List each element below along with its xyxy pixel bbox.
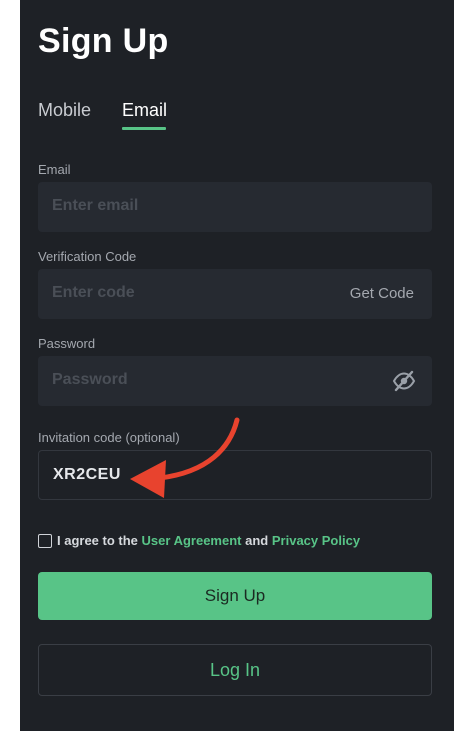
get-code-button[interactable]: Get Code — [350, 285, 414, 302]
email-field[interactable]: Enter email — [38, 182, 432, 232]
agreement-and: and — [245, 533, 269, 548]
agreement-text: I agree to the User Agreement and Privac… — [57, 533, 360, 548]
eye-off-icon[interactable] — [392, 370, 416, 392]
annotation-arrow-icon — [130, 417, 240, 498]
privacy-policy-link[interactable]: Privacy Policy — [272, 533, 360, 548]
active-tab-indicator — [122, 127, 166, 130]
invitation-code-value: XR2CEU — [53, 466, 121, 483]
email-label: Email — [38, 162, 71, 177]
email-placeholder: Enter email — [52, 197, 139, 214]
signup-button[interactable]: Sign Up — [38, 572, 432, 620]
user-agreement-link[interactable]: User Agreement — [142, 533, 242, 548]
page-title: Sign Up — [38, 22, 169, 60]
password-field[interactable]: Password — [38, 356, 432, 406]
tab-mobile[interactable]: Mobile — [38, 100, 91, 121]
tab-email[interactable]: Email — [122, 100, 167, 121]
password-label: Password — [38, 336, 96, 351]
login-button[interactable]: Log In — [38, 644, 432, 696]
agree-checkbox[interactable] — [38, 534, 52, 548]
verification-code-field[interactable]: Enter code Get Code — [38, 269, 432, 319]
password-placeholder: Password — [52, 371, 128, 388]
verification-code-label: Verification Code — [38, 249, 137, 264]
verification-code-placeholder: Enter code — [52, 284, 135, 301]
agreement-prefix: I agree to the — [57, 533, 138, 548]
